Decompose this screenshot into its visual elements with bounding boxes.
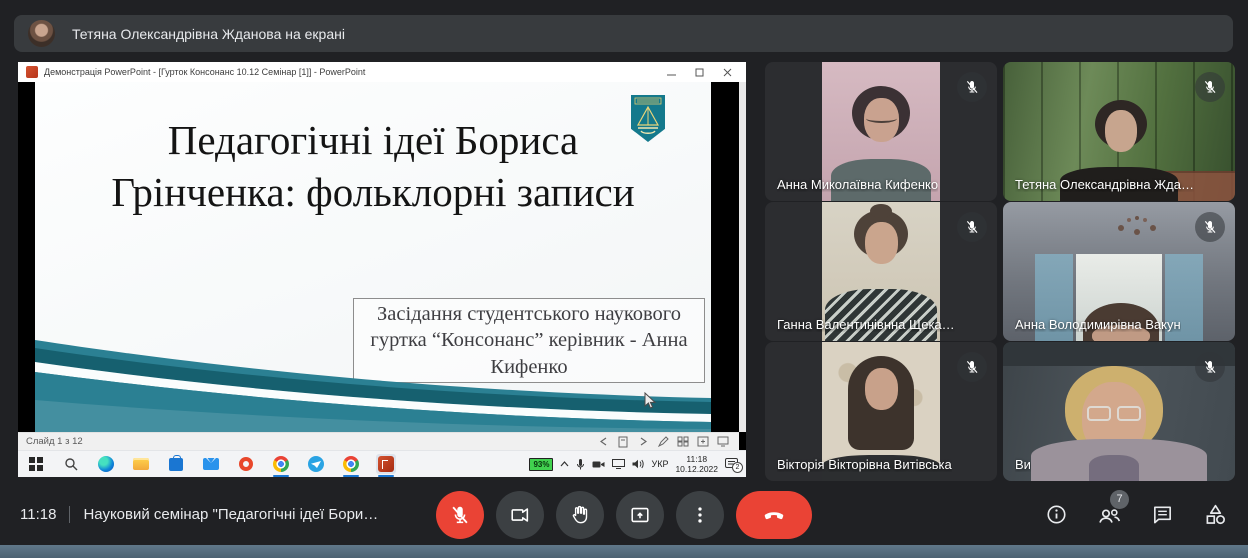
powerpoint-statusbar: Слайд 1 з 12 [18, 432, 739, 450]
mic-off-icon [1195, 72, 1225, 102]
divider [69, 506, 70, 523]
desktop-edge-strip [0, 545, 1248, 558]
edge-icon[interactable] [96, 454, 116, 474]
participant-tile-you[interactable]: Ви [1003, 342, 1235, 481]
participant-name: Анна Миколаївна Кифенко [777, 177, 938, 192]
participant-name: Тетяна Олександрівна Жда… [1015, 177, 1194, 192]
battery-indicator[interactable]: 93% [529, 458, 553, 471]
notifications-badge: 2 [732, 462, 743, 473]
raise-hand-button[interactable] [556, 491, 604, 539]
slide-wave-decoration [35, 332, 711, 432]
participant-name: Ганна Валентинівнна Щека… [777, 317, 955, 332]
maximize-icon[interactable] [688, 65, 710, 79]
mic-mute-button[interactable] [436, 491, 484, 539]
mic-off-icon [957, 212, 987, 242]
participant-tile-shcheka[interactable]: Ганна Валентинівнна Щека… [765, 202, 997, 341]
meeting-panels: 7 [1043, 502, 1228, 528]
minimize-icon[interactable] [660, 65, 682, 79]
participant-name: Вікторія Вікторівна Витівська [777, 457, 952, 472]
file-explorer-icon[interactable] [131, 454, 151, 474]
all-slides-icon[interactable] [675, 435, 691, 449]
camera-button[interactable] [496, 491, 544, 539]
participant-tile-kyfenko[interactable]: Анна Миколаївна Кифенко [765, 62, 997, 201]
participant-tile-vytivska[interactable]: Вікторія Вікторівна Витівська [765, 342, 997, 481]
participants-icon[interactable]: 7 [1096, 502, 1122, 528]
mic-off-icon [1195, 352, 1225, 382]
mic-off-icon [957, 352, 987, 382]
system-tray: 93% УКР 11:18 10.12.2022 2 [529, 454, 738, 474]
meeting-name: Науковий семінар "Педагогічні ідеї Бори… [83, 506, 378, 523]
powerpoint-window-title: Демонстрація PowerPoint - [Гурток Консон… [44, 67, 654, 77]
activities-icon[interactable] [1202, 502, 1228, 528]
tray-display-icon[interactable] [612, 459, 625, 469]
present-screen-button[interactable] [616, 491, 664, 539]
chrome-profile-2-icon[interactable] [341, 454, 361, 474]
tray-speaker-icon[interactable] [632, 459, 644, 469]
language-indicator[interactable]: УКР [651, 459, 668, 469]
participant-name: Ви [1015, 457, 1031, 472]
slide-counter: Слайд 1 з 12 [26, 436, 83, 447]
screen-share-view[interactable]: Демонстрація PowerPoint - [Гурток Консон… [18, 62, 746, 477]
participant-tile-zhdanova[interactable]: Тетяна Олександрівна Жда… [1003, 62, 1235, 201]
hidden-icons-chevron-icon[interactable] [560, 461, 569, 467]
presenter-avatar [28, 20, 55, 47]
next-slide-icon[interactable] [635, 435, 651, 449]
close-icon[interactable] [716, 65, 738, 79]
start-button-icon[interactable] [26, 454, 46, 474]
chat-icon[interactable] [1149, 502, 1175, 528]
meeting-clock: 11:18 [20, 506, 56, 523]
presenting-banner: Тетяна Олександрівна Жданова на екрані [14, 15, 1233, 52]
meet-bottom-bar: 11:18 Науковий семінар "Педагогічні ідеї… [0, 484, 1248, 545]
end-call-button[interactable] [736, 491, 812, 539]
participant-name: Анна Володимирівна Вакун [1015, 317, 1181, 332]
mouse-cursor [643, 392, 657, 411]
notifications-icon[interactable]: 2 [725, 458, 738, 470]
chandelier [1135, 216, 1139, 220]
mail-icon[interactable] [201, 454, 221, 474]
participants-count-badge: 7 [1110, 490, 1129, 509]
slide-indicator-icon [615, 435, 631, 449]
chrome-icon[interactable] [271, 454, 291, 474]
pen-tool-icon[interactable] [655, 435, 671, 449]
tray-date: 10.12.2022 [675, 464, 718, 474]
slide-title: Педагогічні ідеї Бориса Грінченка: фольк… [35, 114, 711, 219]
telegram-icon[interactable] [306, 454, 326, 474]
display-settings-icon[interactable] [715, 435, 731, 449]
mic-off-icon [957, 72, 987, 102]
mic-off-icon [1195, 212, 1225, 242]
previous-slide-icon[interactable] [595, 435, 611, 449]
zoom-slide-icon[interactable] [695, 435, 711, 449]
presenting-banner-text: Тетяна Олександрівна Жданова на екрані [72, 26, 345, 42]
meeting-details-icon[interactable] [1043, 502, 1069, 528]
clock-date[interactable]: 11:18 10.12.2022 [675, 454, 718, 474]
microsoft-store-icon[interactable] [166, 454, 186, 474]
window-scroll-edge [739, 82, 746, 432]
more-options-button[interactable] [676, 491, 724, 539]
call-controls [436, 491, 812, 539]
search-icon[interactable] [61, 454, 81, 474]
tray-mic-icon[interactable] [576, 458, 585, 471]
tray-time: 11:18 [675, 454, 718, 464]
powerpoint-taskbar-icon[interactable] [376, 454, 396, 474]
powerpoint-titlebar: Демонстрація PowerPoint - [Гурток Консон… [18, 62, 746, 82]
slide-canvas: Педагогічні ідеї Бориса Грінченка: фольк… [18, 82, 739, 432]
office-icon[interactable] [236, 454, 256, 474]
tray-camera-icon[interactable] [592, 460, 605, 469]
powerpoint-app-icon [26, 66, 38, 78]
slide: Педагогічні ідеї Бориса Грінченка: фольк… [35, 82, 711, 432]
taskbar-apps [26, 454, 396, 474]
windows-taskbar: 93% УКР 11:18 10.12.2022 2 [18, 450, 746, 477]
participant-tile-vakun[interactable]: Анна Володимирівна Вакун [1003, 202, 1235, 341]
